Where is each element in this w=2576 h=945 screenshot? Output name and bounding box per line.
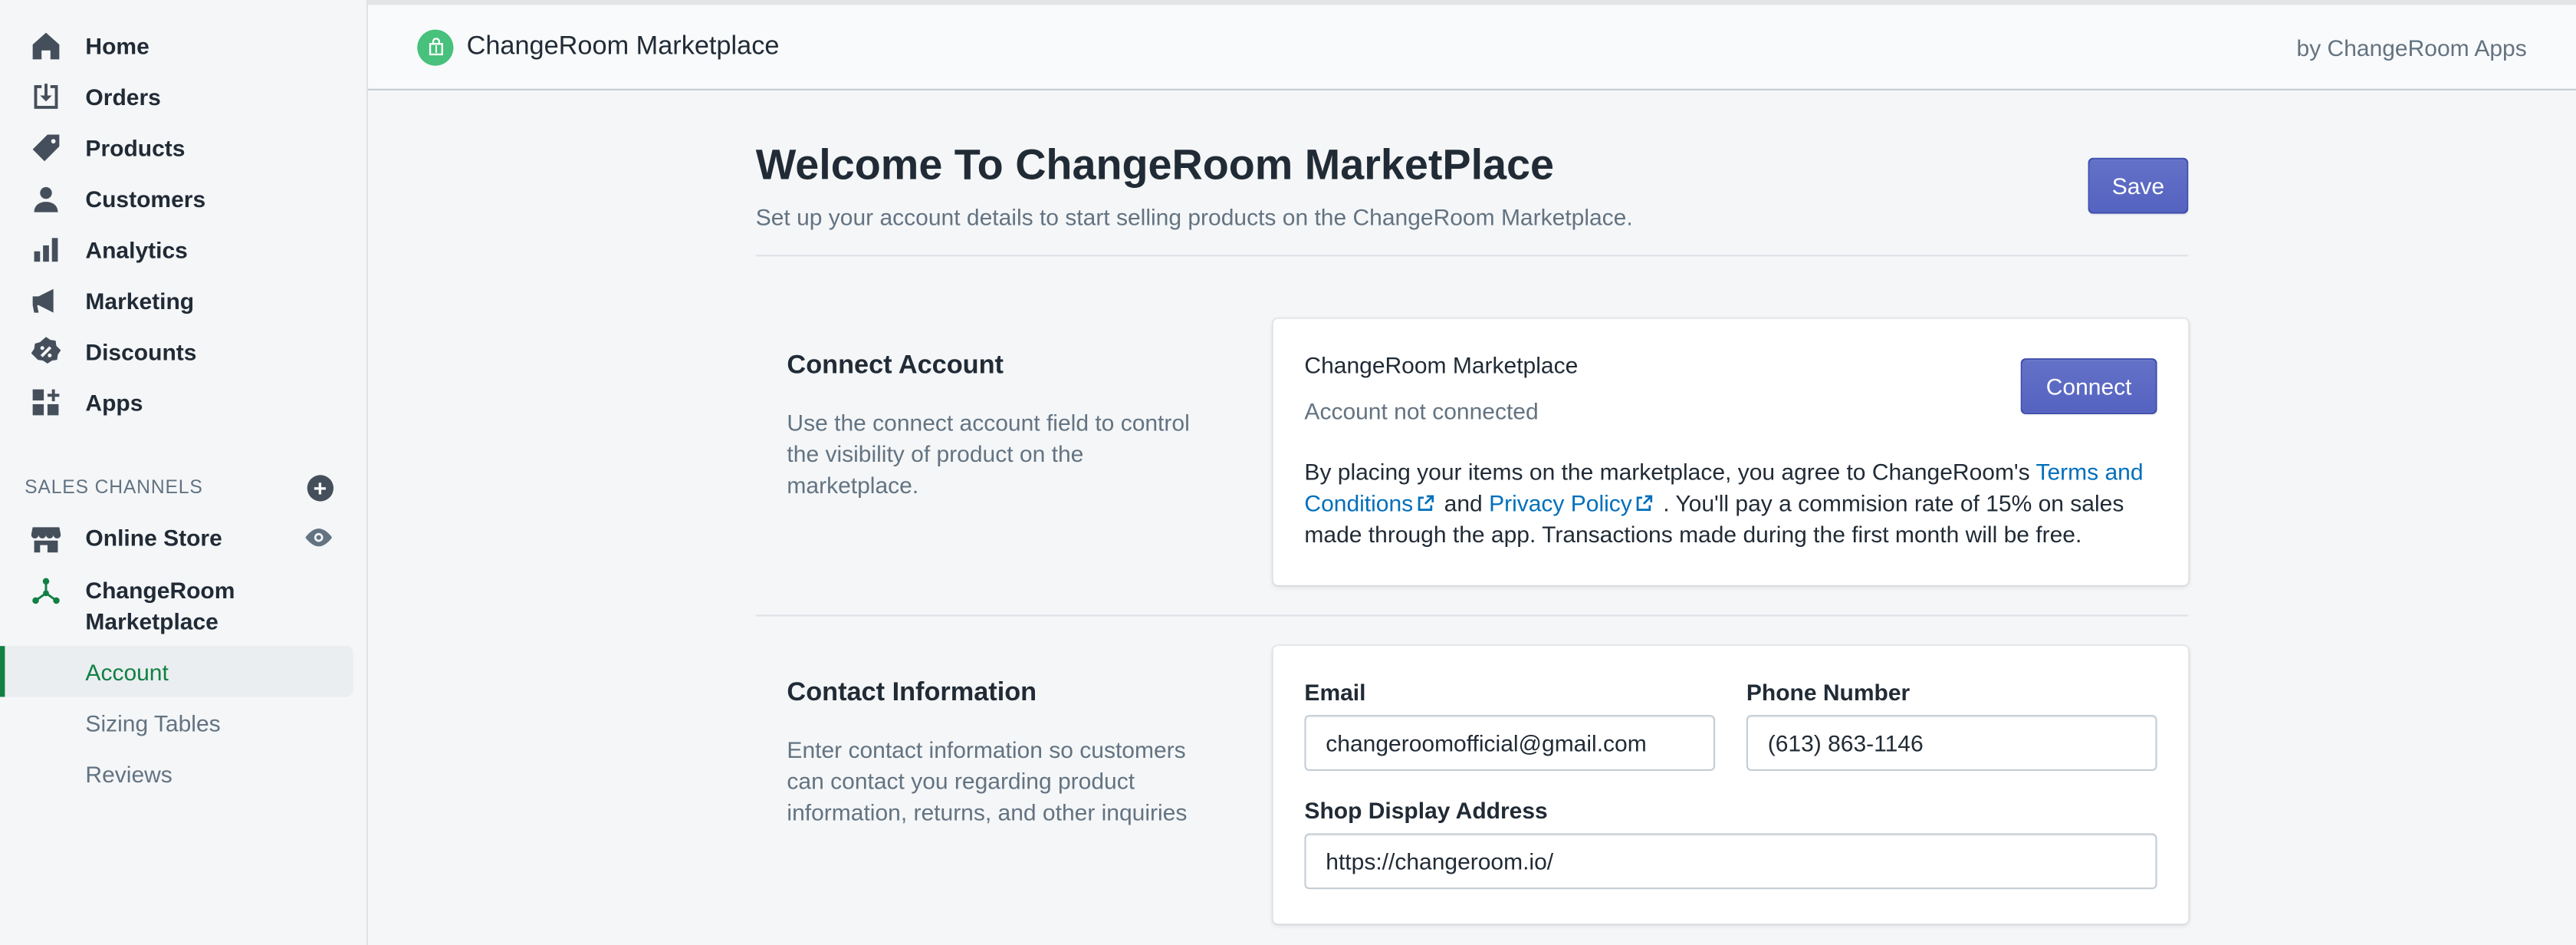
connect-account-text: Use the connect account field to control… bbox=[787, 409, 1190, 499]
shop-address-field[interactable] bbox=[1304, 833, 2157, 890]
channel-online-store[interactable]: Online Store bbox=[0, 513, 366, 556]
nav-products[interactable]: Products bbox=[0, 122, 366, 173]
phone-label: Phone Number bbox=[1746, 679, 1911, 706]
email-field[interactable] bbox=[1304, 715, 1716, 771]
by-developer-label: by ChangeRoom Apps bbox=[2296, 33, 2527, 61]
phone-field-group: Phone Number bbox=[1746, 679, 2157, 771]
nav-discounts-label: Discounts bbox=[85, 338, 197, 364]
main-content: Welcome To ChangeRoom MarketPlace Set up… bbox=[755, 91, 2189, 945]
connect-button[interactable]: Connect bbox=[2020, 358, 2157, 414]
nav-marketing[interactable]: Marketing bbox=[0, 275, 366, 325]
nav-analytics-label: Analytics bbox=[85, 235, 188, 262]
nav-analytics[interactable]: Analytics bbox=[0, 223, 366, 274]
terms-prefix: By placing your items on the marketplace… bbox=[1304, 458, 2036, 486]
app-name: ChangeRoom Marketplace bbox=[466, 31, 780, 61]
nav-customers[interactable]: Customers bbox=[0, 173, 366, 223]
save-button[interactable]: Save bbox=[2088, 157, 2189, 214]
address-field-group: Shop Display Address bbox=[1304, 797, 2157, 890]
marketplace-app-icon bbox=[30, 575, 63, 608]
sidebar-item-sizing-tables[interactable]: Sizing Tables bbox=[0, 697, 366, 748]
email-field-group: Email bbox=[1304, 679, 1716, 771]
nav-orders-label: Orders bbox=[85, 83, 161, 110]
eye-icon[interactable] bbox=[304, 522, 334, 552]
nav-customers-label: Customers bbox=[85, 185, 206, 212]
sidebar-item-account[interactable]: Account bbox=[0, 646, 353, 697]
discount-icon bbox=[30, 334, 63, 367]
nav-apps-label: Apps bbox=[85, 388, 143, 416]
page-title: Welcome To ChangeRoom MarketPlace bbox=[755, 140, 1555, 189]
external-link-icon bbox=[1418, 495, 1434, 512]
nav-home-label: Home bbox=[85, 31, 150, 59]
sidebar-item-reviews-label: Reviews bbox=[85, 760, 172, 787]
sidebar-item-reviews[interactable]: Reviews bbox=[0, 748, 366, 798]
app-title: ChangeRoom Marketplace bbox=[417, 28, 780, 65]
nav-home[interactable]: Home bbox=[0, 20, 366, 71]
contact-info-card: Email Phone Number Shop Display Address bbox=[1273, 646, 2189, 924]
contact-info-text: Enter contact information so customers c… bbox=[787, 736, 1188, 825]
channel-changeroom-marketplace[interactable]: ChangeRoom Marketplace bbox=[0, 555, 366, 636]
privacy-link[interactable]: Privacy Policy bbox=[1489, 490, 1657, 516]
connect-account-section: Connect Account Use the connect account … bbox=[755, 256, 2189, 617]
privacy-link-label: Privacy Policy bbox=[1489, 489, 1632, 516]
nav-marketing-label: Marketing bbox=[85, 286, 195, 314]
orders-icon bbox=[30, 80, 63, 113]
phone-field[interactable] bbox=[1746, 715, 2157, 771]
channel-marketplace-label: ChangeRoom Marketplace bbox=[85, 577, 235, 634]
sidebar-item-account-label: Account bbox=[85, 658, 169, 685]
terms-and: and bbox=[1438, 489, 1490, 516]
tag-icon bbox=[30, 130, 63, 163]
connect-account-desc: Connect Account Use the connect account … bbox=[787, 319, 1273, 585]
person-icon bbox=[30, 182, 63, 215]
nav-discounts[interactable]: Discounts bbox=[0, 325, 366, 376]
page-header: Welcome To ChangeRoom MarketPlace Set up… bbox=[755, 91, 2189, 257]
contact-info-title: Contact Information bbox=[787, 679, 1037, 707]
sidebar: Home Orders Products Customers Analytics… bbox=[0, 0, 368, 945]
channel-online-store-label: Online Store bbox=[85, 524, 222, 551]
page-subtitle: Set up your account details to start sel… bbox=[755, 203, 1633, 230]
nav-products-label: Products bbox=[85, 133, 186, 160]
apps-icon bbox=[30, 385, 63, 418]
external-link-icon bbox=[1637, 495, 1654, 512]
email-label: Email bbox=[1304, 679, 1366, 706]
sales-channels-header: SALES CHANNELS + bbox=[0, 463, 366, 512]
bar-chart-icon bbox=[30, 232, 63, 265]
nav-apps[interactable]: Apps bbox=[0, 377, 366, 427]
megaphone-icon bbox=[30, 284, 63, 317]
connect-account-title: Connect Account bbox=[787, 351, 1004, 380]
address-label: Shop Display Address bbox=[1304, 797, 1548, 824]
nav-orders[interactable]: Orders bbox=[0, 71, 366, 121]
contact-info-section: Contact Information Enter contact inform… bbox=[756, 617, 2189, 945]
add-channel-icon[interactable]: + bbox=[307, 475, 334, 502]
store-icon bbox=[30, 522, 63, 555]
connect-account-card: ChangeRoom Marketplace Account not conne… bbox=[1273, 318, 2189, 585]
terms-text: By placing your items on the marketplace… bbox=[1304, 457, 2157, 551]
sidebar-item-sizing-tables-label: Sizing Tables bbox=[85, 709, 221, 736]
sales-channels-label: SALES CHANNELS bbox=[25, 478, 203, 499]
app-logo-icon bbox=[417, 28, 454, 65]
home-icon bbox=[30, 29, 63, 62]
app-topbar: ChangeRoom Marketplace by ChangeRoom App… bbox=[368, 0, 2576, 91]
contact-info-desc: Contact Information Enter contact inform… bbox=[787, 646, 1273, 924]
